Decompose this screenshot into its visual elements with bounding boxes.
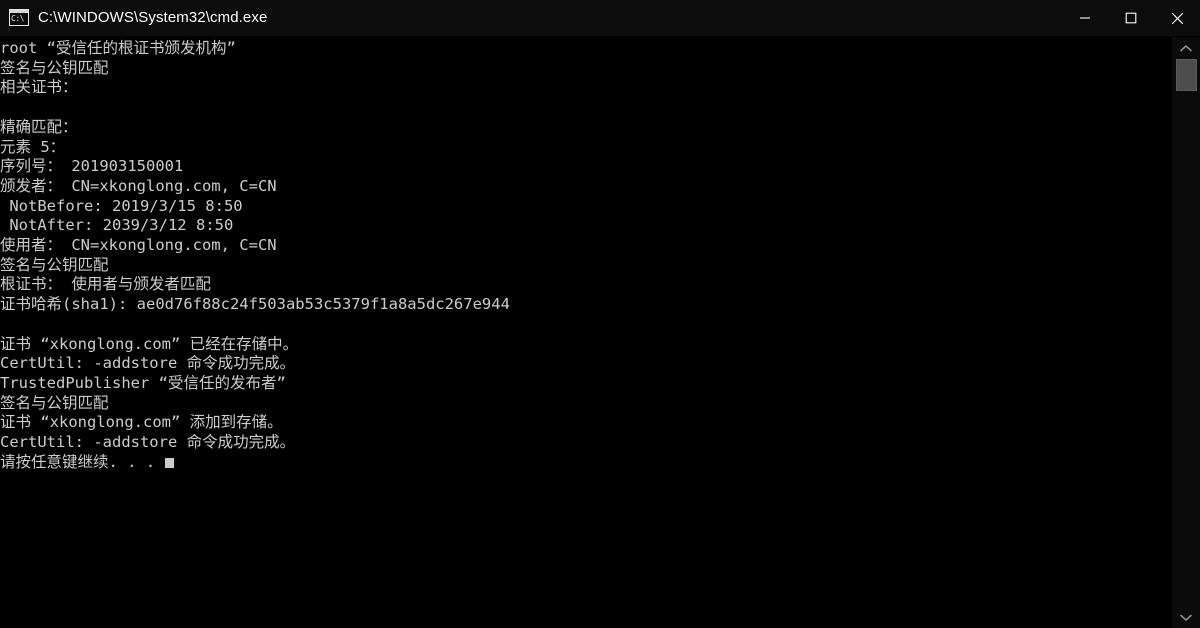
close-icon: [1171, 12, 1183, 24]
title-bar[interactable]: C:\ C:\WINDOWS\System32\cmd.exe: [0, 0, 1200, 37]
window-controls: [1062, 0, 1200, 36]
prompt-line: 请按任意键继续. . .: [0, 452, 156, 471]
maximize-button[interactable]: [1108, 0, 1154, 36]
text-cursor: [165, 457, 175, 468]
scroll-down-button[interactable]: [1172, 606, 1200, 628]
minimize-icon: [1080, 17, 1090, 19]
chevron-down-icon: [1180, 614, 1192, 621]
window-title: C:\WINDOWS\System32\cmd.exe: [38, 9, 268, 26]
cmd-icon-prompt-text: C:\: [11, 14, 24, 23]
console-text: root “受信任的根证书颁发机构” 签名与公钥匹配 相关证书： 精确匹配： 元…: [0, 39, 1172, 472]
vertical-scrollbar[interactable]: [1172, 37, 1200, 628]
scrollbar-track[interactable]: [1172, 59, 1200, 606]
console-output-area[interactable]: root “受信任的根证书颁发机构” 签名与公钥匹配 相关证书： 精确匹配： 元…: [0, 37, 1200, 628]
cmd-console-icon: C:\: [9, 9, 29, 27]
scroll-up-button[interactable]: [1172, 37, 1200, 59]
close-button[interactable]: [1154, 0, 1200, 36]
maximize-icon: [1125, 12, 1137, 24]
console-lines: root “受信任的根证书颁发机构” 签名与公钥匹配 相关证书： 精确匹配： 元…: [0, 39, 510, 452]
chevron-up-icon: [1180, 44, 1192, 51]
cmd-window: C:\ C:\WINDOWS\System32\cmd.exe root “受信…: [0, 0, 1200, 628]
scrollbar-thumb[interactable]: [1176, 59, 1197, 91]
minimize-button[interactable]: [1062, 0, 1108, 36]
